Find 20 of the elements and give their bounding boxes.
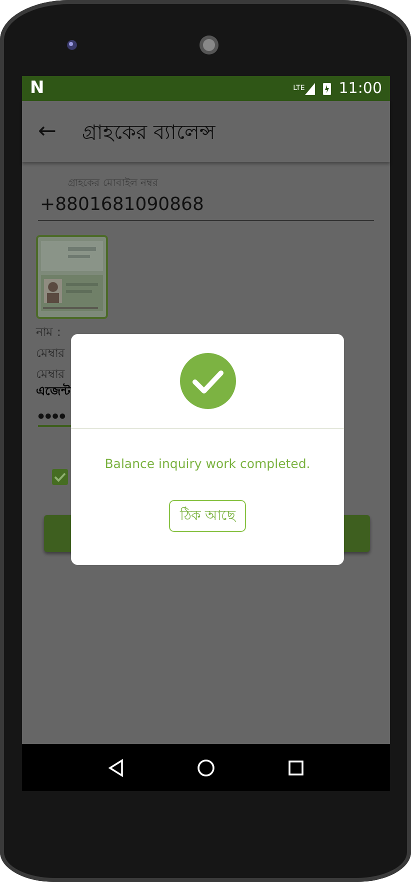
home-icon[interactable] bbox=[196, 758, 215, 776]
check-icon bbox=[180, 353, 236, 409]
dialog-message: Balance inquiry work completed. bbox=[104, 455, 310, 473]
info-text: মেম্বার bbox=[36, 366, 66, 383]
checkbox[interactable] bbox=[52, 468, 68, 485]
info-text: মেম্বার bbox=[36, 345, 66, 362]
mobile-number-field[interactable]: +8801681090868 bbox=[38, 191, 374, 221]
screen-title: গ্রাহকের ব্যালেন্স bbox=[82, 118, 216, 146]
notification-logo: N bbox=[30, 76, 44, 100]
recents-icon[interactable] bbox=[288, 760, 304, 776]
info-text: নাম : bbox=[36, 324, 62, 340]
signal-icon bbox=[304, 82, 315, 94]
camera-icon bbox=[66, 39, 78, 51]
speaker-icon bbox=[199, 35, 219, 55]
clock: 11:00 bbox=[338, 78, 382, 100]
battery-icon bbox=[322, 82, 331, 95]
ok-button[interactable]: ঠিক আছে bbox=[168, 500, 246, 532]
back-icon[interactable] bbox=[108, 758, 124, 776]
info-text: এজেন্ট bbox=[36, 382, 72, 399]
back-button[interactable]: ← bbox=[38, 115, 82, 148]
